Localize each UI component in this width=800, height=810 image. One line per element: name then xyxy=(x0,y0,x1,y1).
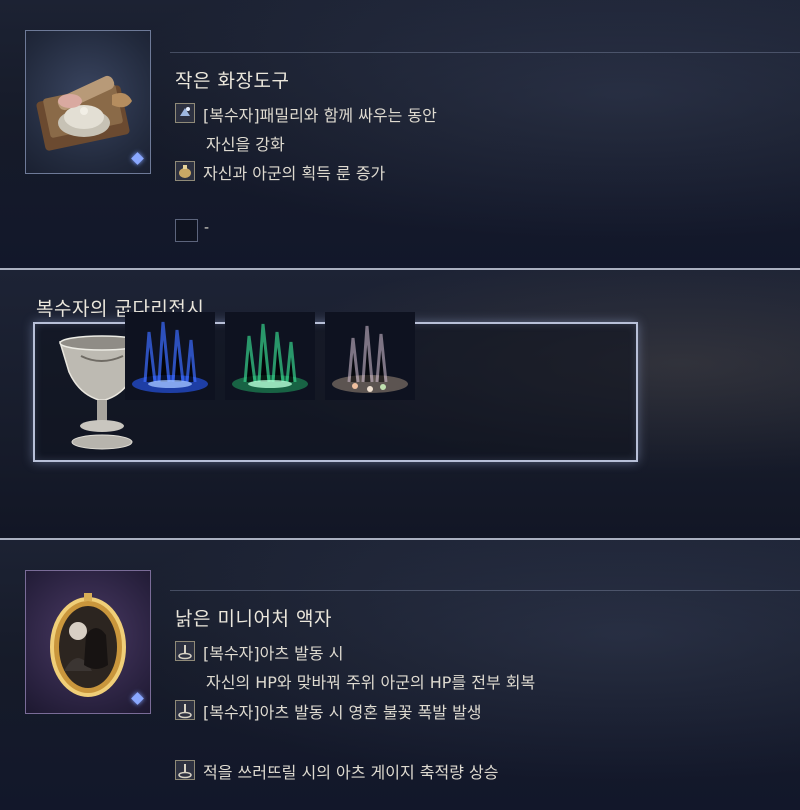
item-image-frame[interactable] xyxy=(25,570,151,714)
empty-effect-slot xyxy=(175,219,198,242)
arts-icon xyxy=(175,760,195,780)
green-flame-icon xyxy=(232,323,308,393)
green-effect-cell[interactable] xyxy=(225,312,315,400)
item-panel-cosmetic-kit: 작은 화장도구 [복수자]패밀리와 함께 싸우는 동안 자신을 강화 자신과 아… xyxy=(0,0,800,268)
arts-icon xyxy=(175,700,195,720)
rune-pouch-icon xyxy=(175,161,195,181)
effect-2-line-1: [복수자]아츠 발동 시 영혼 불꽃 폭발 발생 xyxy=(203,703,482,722)
blue-effect-cell[interactable] xyxy=(125,312,215,400)
item-name: 작은 화장도구 xyxy=(175,70,290,92)
arts-icon xyxy=(175,641,195,661)
iridescent-flame-icon xyxy=(332,325,408,393)
iridescent-effect-cell[interactable] xyxy=(325,312,415,400)
ally-buff-icon xyxy=(175,103,195,123)
effect-1-line-1: [복수자]패밀리와 함께 싸우는 동안 xyxy=(203,106,437,125)
empty-slot-text: - xyxy=(204,220,210,236)
header-rule xyxy=(170,590,800,591)
effect-1-line-1: [복수자]아츠 발동 시 xyxy=(203,644,344,663)
effect-1-line-2: 자신의 HP와 맞바꿔 주위 아군의 HP를 전부 회복 xyxy=(206,673,536,692)
cosmetic-kit-image xyxy=(36,75,132,151)
item-panel-miniature-frame: 낡은 미니어처 액자 [복수자]아츠 발동 시 자신의 HP와 맞바꿔 주위 아… xyxy=(0,540,800,810)
blue-flame-icon xyxy=(132,321,208,393)
item-name: 낡은 미니어처 액자 xyxy=(175,608,332,630)
miniature-portrait-image xyxy=(50,593,126,697)
effect-1-line-2: 자신을 강화 xyxy=(206,135,285,154)
item-image-frame[interactable] xyxy=(25,30,151,174)
header-rule xyxy=(170,52,800,53)
effect-3-line-1: 적을 쓰러뜨릴 시의 아츠 게이지 축적량 상승 xyxy=(203,763,499,782)
effect-2-line-1: 자신과 아군의 획득 룬 증가 xyxy=(203,164,386,183)
item-panel-chalice: 복수자의 굽다리접시 xyxy=(0,270,800,538)
